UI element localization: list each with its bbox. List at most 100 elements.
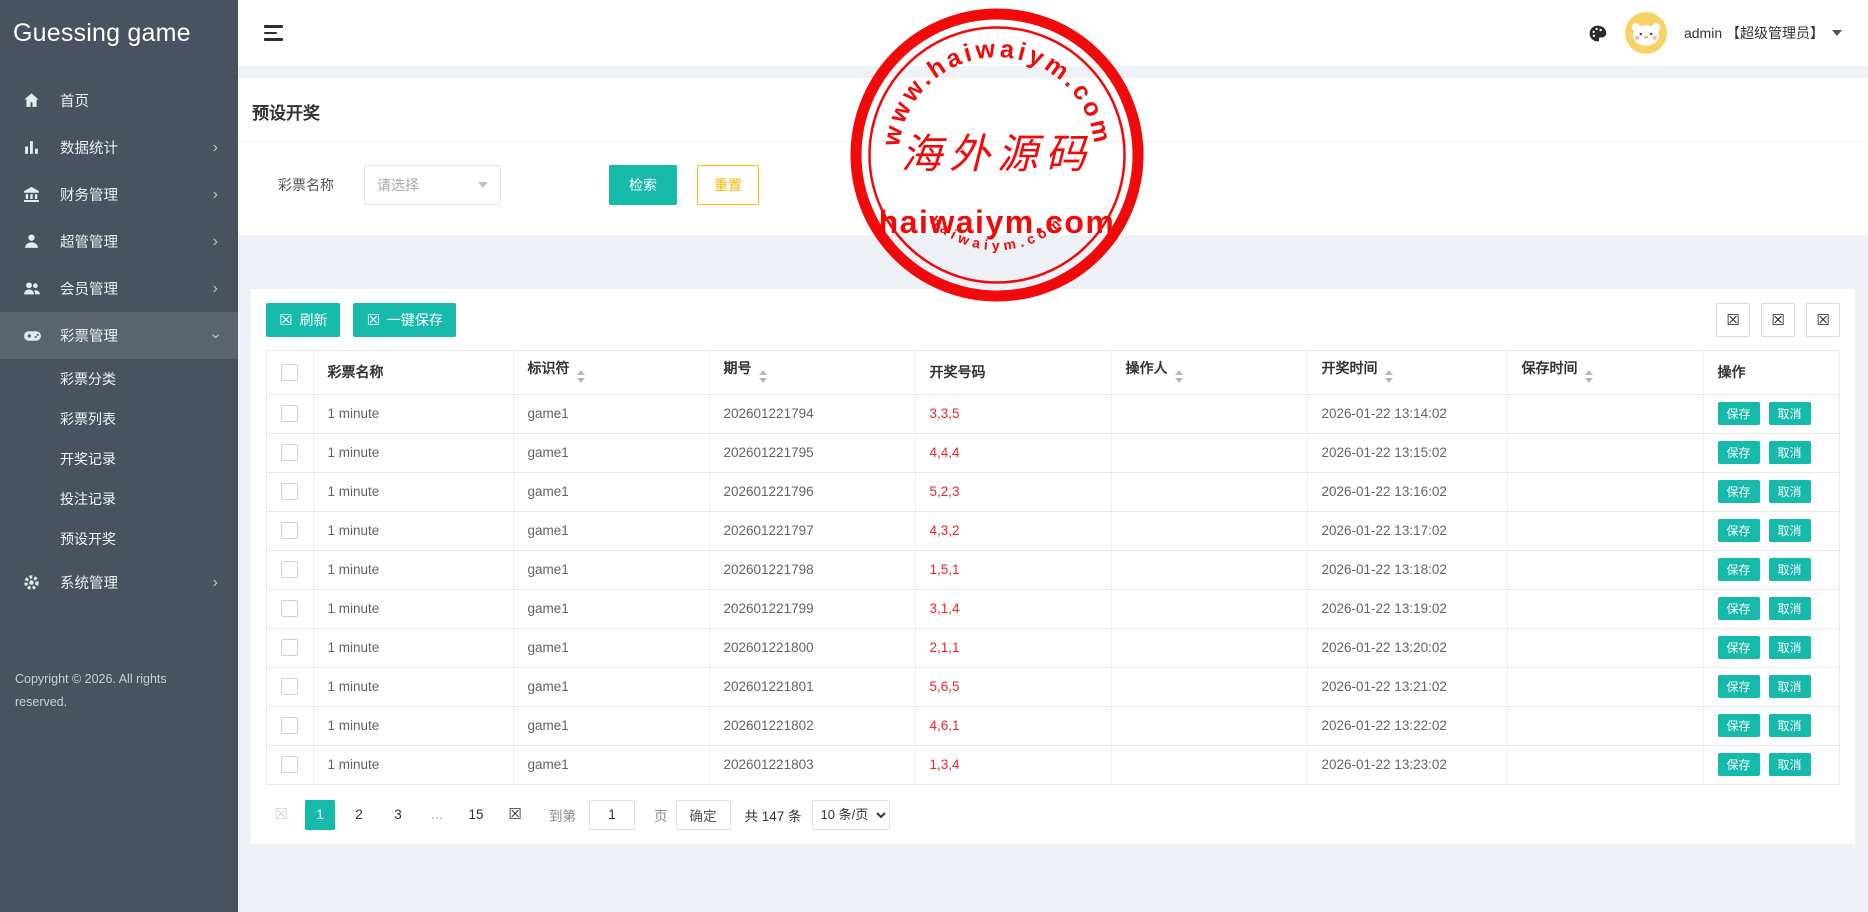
page-button-2[interactable]: 2 <box>344 800 374 830</box>
save-row-button[interactable]: 保存 <box>1718 714 1760 737</box>
cancel-row-button[interactable]: 取消 <box>1769 558 1811 581</box>
column-header-issue: 期号 <box>709 351 915 394</box>
sort-icon[interactable] <box>577 366 585 387</box>
row-checkbox[interactable] <box>281 444 298 461</box>
cancel-row-button[interactable]: 取消 <box>1769 441 1811 464</box>
save-row-button[interactable]: 保存 <box>1718 753 1760 776</box>
table-row: 1 minutegame12026012217965,2,32026-01-22… <box>267 472 1839 511</box>
goto-page-input[interactable] <box>589 800 635 830</box>
row-checkbox[interactable] <box>281 522 298 539</box>
reset-button[interactable]: 重置 <box>697 165 759 205</box>
sidebar-subitem-bet-records[interactable]: 投注记录 <box>0 479 238 519</box>
cell-draw_time: 2026-01-22 13:21:02 <box>1307 667 1507 706</box>
filter-panel: 预设开奖 彩票名称 请选择 检索 重置 <box>238 78 1868 235</box>
sidebar-item-admins[interactable]: 超管管理› <box>0 218 238 265</box>
save-all-button[interactable]: ☒ 一键保存 <box>353 303 455 337</box>
sidebar-subitem-draw-records[interactable]: 开奖记录 <box>0 439 238 479</box>
sidebar-subitem-lottery-list[interactable]: 彩票列表 <box>0 399 238 439</box>
row-checkbox[interactable] <box>281 561 298 578</box>
column-label: 彩票名称 <box>328 364 384 380</box>
sort-icon[interactable] <box>1385 366 1393 387</box>
cell-save_time <box>1507 394 1703 433</box>
row-checkbox[interactable] <box>281 678 298 695</box>
cancel-row-button[interactable]: 取消 <box>1769 675 1811 698</box>
sidebar-subitem-lottery-categories[interactable]: 彩票分类 <box>0 359 238 399</box>
page-button-15[interactable]: 15 <box>461 800 491 830</box>
page-button-1[interactable]: 1 <box>305 800 335 830</box>
table-tool-print-button[interactable]: ☒ <box>1806 303 1840 337</box>
row-checkbox[interactable] <box>281 405 298 422</box>
cell-operator <box>1111 628 1307 667</box>
refresh-button[interactable]: ☒ 刷新 <box>266 303 340 337</box>
cancel-row-button[interactable]: 取消 <box>1769 480 1811 503</box>
sidebar-item-home[interactable]: 首页 <box>0 77 238 124</box>
save-row-button[interactable]: 保存 <box>1718 558 1760 581</box>
sidebar-item-system[interactable]: 系统管理› <box>0 559 238 606</box>
sidebar-item-stats[interactable]: 数据统计› <box>0 124 238 171</box>
theme-palette-icon[interactable] <box>1587 23 1608 44</box>
save-row-button[interactable]: 保存 <box>1718 675 1760 698</box>
table-row: 1 minutegame12026012217993,1,42026-01-22… <box>267 589 1839 628</box>
table-tools: ☒ ☒ ☒ <box>1716 303 1840 337</box>
chevron-down-icon <box>478 182 488 193</box>
goto-confirm-button[interactable]: 确定 <box>676 800 731 830</box>
table-card: ☒ 刷新 ☒ 一键保存 ☒ ☒ ☒ 彩票名称标识符期号开奖号码操作人开奖时间保存… <box>251 289 1855 844</box>
save-row-button[interactable]: 保存 <box>1718 402 1760 425</box>
select-all-checkbox[interactable] <box>281 364 298 381</box>
cell-issue: 202601221799 <box>709 589 915 628</box>
cancel-row-button[interactable]: 取消 <box>1769 714 1811 737</box>
sidebar-item-members[interactable]: 会员管理› <box>0 265 238 312</box>
search-button[interactable]: 检索 <box>609 165 677 205</box>
save-row-button[interactable]: 保存 <box>1718 519 1760 542</box>
cell-operator <box>1111 433 1307 472</box>
cell-operator <box>1111 706 1307 745</box>
cell-name: 1 minute <box>313 394 513 433</box>
row-checkbox[interactable] <box>281 717 298 734</box>
sort-icon[interactable] <box>1585 366 1593 387</box>
prev-page-button[interactable]: ☒ <box>266 800 296 830</box>
table-body: 1 minutegame12026012217943,3,52026-01-22… <box>267 394 1839 784</box>
page-ellipsis: ... <box>422 800 452 830</box>
save-row-button[interactable]: 保存 <box>1718 480 1760 503</box>
column-header-save_time: 保存时间 <box>1507 351 1703 394</box>
chart-icon <box>23 139 45 156</box>
column-label: 开奖号码 <box>930 364 986 380</box>
cell-issue: 202601221800 <box>709 628 915 667</box>
save-row-button[interactable]: 保存 <box>1718 441 1760 464</box>
row-checkbox[interactable] <box>281 483 298 500</box>
sidebar-item-finance[interactable]: 财务管理› <box>0 171 238 218</box>
sort-icon[interactable] <box>759 366 767 387</box>
save-row-button[interactable]: 保存 <box>1718 636 1760 659</box>
main-content: 预设开奖 彩票名称 请选择 检索 重置 ☒ 刷新 ☒ 一键保存 ☒ ☒ ☒ <box>238 67 1868 912</box>
per-page-select[interactable]: 10 条/页 <box>812 800 890 830</box>
cell-name: 1 minute <box>313 511 513 550</box>
cell-actions: 保存取消 <box>1703 472 1839 511</box>
cancel-row-button[interactable]: 取消 <box>1769 636 1811 659</box>
column-header-code: 标识符 <box>513 351 709 394</box>
cell-actions: 保存取消 <box>1703 745 1839 784</box>
avatar[interactable] <box>1625 12 1667 54</box>
filter-label: 彩票名称 <box>278 175 334 195</box>
cell-draw_time: 2026-01-22 13:14:02 <box>1307 394 1507 433</box>
cancel-row-button[interactable]: 取消 <box>1769 402 1811 425</box>
sort-icon[interactable] <box>1175 366 1183 387</box>
sidebar-item-lottery[interactable]: 彩票管理› <box>0 312 238 359</box>
data-table: 彩票名称标识符期号开奖号码操作人开奖时间保存时间操作 1 minutegame1… <box>266 350 1840 785</box>
table-tool-export-button[interactable]: ☒ <box>1761 303 1795 337</box>
lottery-name-select[interactable]: 请选择 <box>364 165 501 205</box>
cancel-row-button[interactable]: 取消 <box>1769 597 1811 620</box>
page-button-3[interactable]: 3 <box>383 800 413 830</box>
row-checkbox[interactable] <box>281 639 298 656</box>
user-menu[interactable]: admin 【超级管理员】 <box>1684 23 1842 43</box>
sidebar-subitem-preset-draw[interactable]: 预设开奖 <box>0 519 238 559</box>
cancel-row-button[interactable]: 取消 <box>1769 753 1811 776</box>
next-page-button[interactable]: ☒ <box>500 800 530 830</box>
sidebar-item-label: 首页 <box>60 90 89 111</box>
row-checkbox[interactable] <box>281 756 298 773</box>
save-row-button[interactable]: 保存 <box>1718 597 1760 620</box>
table-tool-filter-button[interactable]: ☒ <box>1716 303 1750 337</box>
row-checkbox[interactable] <box>281 600 298 617</box>
collapse-menu-icon[interactable] <box>264 25 283 41</box>
cancel-row-button[interactable]: 取消 <box>1769 519 1811 542</box>
cell-save_time <box>1507 706 1703 745</box>
